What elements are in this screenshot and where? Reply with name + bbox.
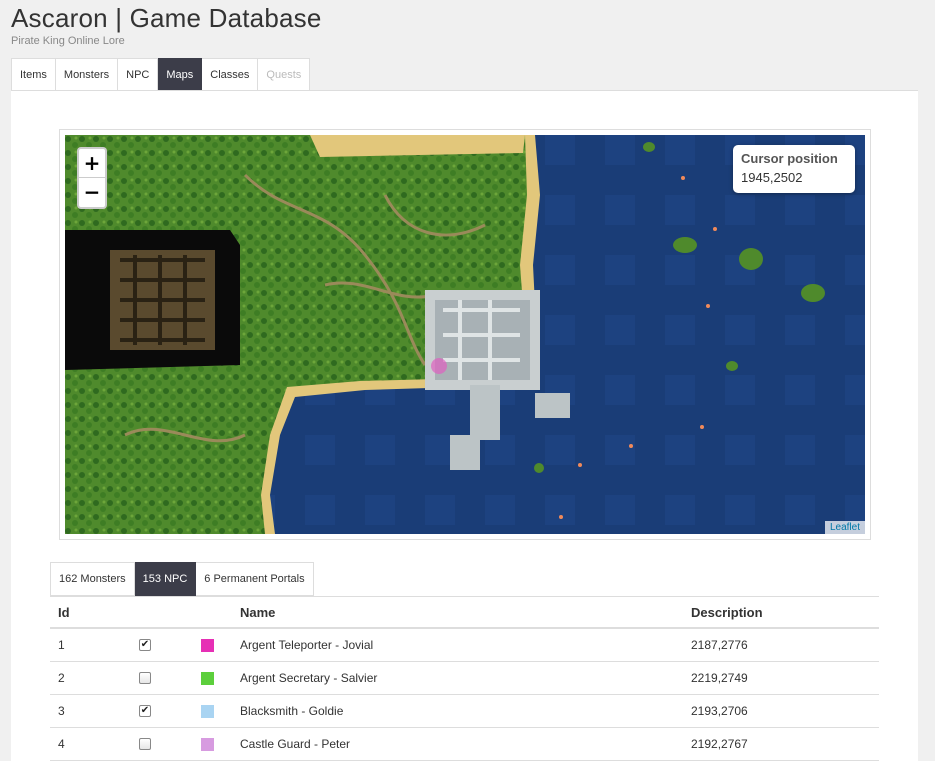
tab-npc[interactable]: NPC — [118, 58, 159, 91]
row-description: 2193,2706 — [691, 704, 748, 718]
leaflet-attribution-link[interactable]: Leaflet — [824, 521, 865, 534]
row-id: 3 — [58, 704, 65, 718]
row-id: 2 — [58, 671, 65, 685]
map-frame: + − Cursor position 1945,2502 Leaflet — [59, 129, 871, 540]
row-description: 2192,2767 — [691, 737, 748, 751]
row-id: 1 — [58, 638, 65, 652]
row-checkbox[interactable] — [139, 738, 151, 750]
page-header: Ascaron | Game Database Pirate King Onli… — [11, 3, 322, 47]
cursor-position-title: Cursor position — [741, 151, 838, 166]
map-terrain — [65, 135, 865, 534]
row-description: 2187,2776 — [691, 638, 748, 652]
row-checkbox[interactable]: ✔ — [139, 705, 151, 717]
cursor-position-box: Cursor position 1945,2502 — [733, 145, 855, 193]
zoom-control: + − — [77, 147, 107, 209]
tab-quests: Quests — [258, 58, 311, 91]
tab-monsters[interactable]: Monsters — [55, 58, 119, 91]
row-name: Argent Secretary - Salvier — [240, 671, 378, 685]
tab-npc-list[interactable]: 153 NPC — [134, 562, 197, 596]
table-row: 4 Castle Guard - Peter 2192,2767 — [50, 728, 879, 761]
table-header: Id Name Description — [50, 596, 879, 629]
page-subtitle: Pirate King Online Lore — [11, 35, 125, 47]
table-row: 1 ✔ Argent Teleporter - Jovial 2187,2776 — [50, 629, 879, 662]
sub-tabs: 162 Monsters 153 NPC 6 Permanent Portals — [50, 562, 314, 596]
table-row: 3 ✔ Blacksmith - Goldie 2193,2706 — [50, 695, 879, 728]
tab-maps[interactable]: Maps — [158, 58, 203, 91]
header-id: Id — [58, 605, 70, 620]
color-swatch — [201, 672, 214, 685]
color-swatch — [201, 738, 214, 751]
header-name: Name — [240, 605, 276, 620]
cursor-position-value: 1945,2502 — [741, 170, 803, 185]
row-checkbox[interactable]: ✔ — [139, 639, 151, 651]
tab-monsters-list[interactable]: 162 Monsters — [50, 562, 135, 596]
page-title: Ascaron | Game Database — [11, 3, 322, 33]
zoom-out-button[interactable]: − — [79, 178, 105, 207]
table-row: 2 Argent Secretary - Salvier 2219,2749 — [50, 662, 879, 695]
color-swatch — [201, 705, 214, 718]
row-checkbox[interactable] — [139, 672, 151, 684]
main-tabs: Items Monsters NPC Maps Classes Quests — [11, 58, 311, 91]
row-description: 2219,2749 — [691, 671, 748, 685]
row-id: 4 — [58, 737, 65, 751]
tab-portals-list[interactable]: 6 Permanent Portals — [196, 562, 314, 596]
row-name: Blacksmith - Goldie — [240, 704, 344, 718]
world-map[interactable]: + − Cursor position 1945,2502 Leaflet — [65, 135, 865, 534]
color-swatch — [201, 639, 214, 652]
row-name: Castle Guard - Peter — [240, 737, 351, 751]
npc-table: Id Name Description 1 ✔ Argent Teleporte… — [50, 596, 879, 761]
zoom-in-button[interactable]: + — [79, 149, 105, 178]
tab-items[interactable]: Items — [11, 58, 56, 91]
row-name: Argent Teleporter - Jovial — [240, 638, 374, 652]
tab-classes[interactable]: Classes — [202, 58, 259, 91]
header-description: Description — [691, 605, 763, 620]
